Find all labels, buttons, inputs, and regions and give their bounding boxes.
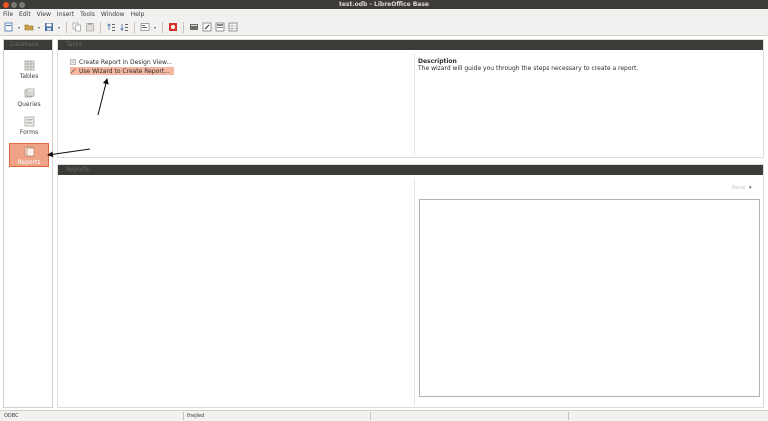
save-dropdown-chevron-icon[interactable]: ▾ xyxy=(57,22,61,32)
window-title: test.odb - LibreOffice Base xyxy=(338,1,429,8)
status-separator xyxy=(568,412,569,420)
reports-header: Reports xyxy=(58,165,763,175)
sidebar-item-tables[interactable]: Tables xyxy=(9,58,49,82)
task-create-report-design-view[interactable]: Create Report in Design View... xyxy=(70,58,174,66)
paste-icon[interactable] xyxy=(85,22,95,32)
toolbar-separator xyxy=(66,21,67,33)
task-description: Description The wizard will guide you th… xyxy=(418,58,758,72)
menu-edit[interactable]: Edit xyxy=(19,11,31,18)
toolbar-separator xyxy=(100,21,101,33)
task-list: Create Report in Design View... Use Wiza… xyxy=(70,58,175,76)
save-icon[interactable] xyxy=(44,22,54,32)
table-icon[interactable] xyxy=(228,22,238,32)
status-separator xyxy=(370,412,371,420)
status-connection-type: ODBC xyxy=(4,413,19,419)
new-dropdown-chevron-icon[interactable]: ▾ xyxy=(17,22,21,32)
menu-file[interactable]: File xyxy=(3,11,13,18)
menu-window[interactable]: Window xyxy=(101,11,125,18)
sidebar-item-label: Reports xyxy=(17,159,41,166)
preview-mode-value: None xyxy=(732,185,746,191)
status-bar: ODBC thejled xyxy=(0,410,768,421)
tasks-header: Tasks xyxy=(58,40,763,50)
status-user: thejled xyxy=(187,413,205,419)
toolbar: ▾ ▾ ▾ ▾ xyxy=(0,19,768,36)
sidebar-item-forms[interactable]: Forms xyxy=(9,114,49,138)
sidebar-item-label: Queries xyxy=(17,101,41,108)
sort-ascending-icon[interactable] xyxy=(106,22,116,32)
tasks-divider xyxy=(414,54,415,154)
database-icon[interactable] xyxy=(168,22,178,32)
chevron-down-icon: ▾ xyxy=(749,185,752,191)
database-sidebar: Database Tables Queries Forms Reports xyxy=(3,39,53,408)
toolbar-separator xyxy=(183,21,184,33)
reports-panel: Reports None ▾ xyxy=(57,164,764,408)
menu-view[interactable]: View xyxy=(37,11,51,18)
tasks-panel: Tasks Create Report in Design View... Us… xyxy=(57,39,764,158)
sidebar-item-label: Tables xyxy=(19,73,39,80)
status-separator xyxy=(183,412,184,420)
new-document-icon[interactable] xyxy=(4,22,14,32)
description-text: The wizard will guide you through the st… xyxy=(418,65,639,72)
task-label: Create Report in Design View... xyxy=(79,58,173,66)
menu-help[interactable]: Help xyxy=(131,11,145,18)
sidebar-item-label: Forms xyxy=(19,129,39,136)
sidebar-header: Database xyxy=(4,40,52,50)
reports-divider xyxy=(414,179,415,405)
sidebar-item-queries[interactable]: Queries xyxy=(9,86,49,110)
open-icon[interactable] xyxy=(24,22,34,32)
report-preview-area xyxy=(419,199,760,397)
form-icon[interactable] xyxy=(140,22,150,32)
task-label: Use Wizard to Create Report... xyxy=(79,67,170,75)
wizard-icon xyxy=(70,68,76,74)
toolbar-separator xyxy=(162,21,163,33)
task-use-wizard-create-report[interactable]: Use Wizard to Create Report... xyxy=(70,67,175,75)
description-title: Description xyxy=(418,58,457,65)
menu-tools[interactable]: Tools xyxy=(80,11,95,18)
preview-mode-select[interactable]: None ▾ xyxy=(732,185,752,191)
tables-icon xyxy=(24,60,34,71)
sort-descending-icon[interactable] xyxy=(119,22,129,32)
toolbar-separator xyxy=(134,21,135,33)
open-dropdown-chevron-icon[interactable]: ▾ xyxy=(37,22,41,32)
sidebar-item-reports[interactable]: Reports xyxy=(9,143,49,167)
forms-icon xyxy=(24,116,34,127)
query-icon[interactable] xyxy=(189,22,199,32)
menu-bar: File Edit View Insert Tools Window Help xyxy=(0,9,768,19)
menu-insert[interactable]: Insert xyxy=(57,11,74,18)
reports-icon xyxy=(24,146,34,157)
title-bar: test.odb - LibreOffice Base xyxy=(0,0,768,9)
form-dropdown-chevron-icon[interactable]: ▾ xyxy=(153,22,157,32)
queries-icon xyxy=(24,88,34,98)
copy-icon[interactable] xyxy=(72,22,82,32)
report-icon[interactable] xyxy=(215,22,225,32)
design-view-icon xyxy=(70,59,76,65)
edit-icon[interactable] xyxy=(202,22,212,32)
